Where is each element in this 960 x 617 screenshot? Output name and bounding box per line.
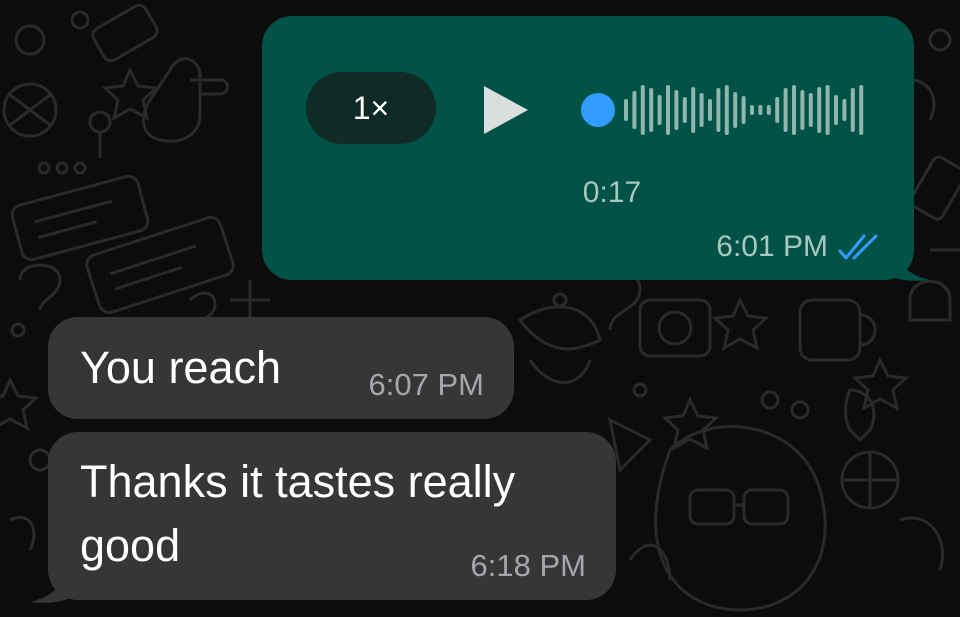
waveform-bars	[624, 85, 864, 135]
waveform-bar	[708, 99, 712, 121]
message-time: 6:07 PM	[368, 367, 484, 402]
message-meta: 6:01 PM	[716, 230, 884, 264]
waveform-bar	[808, 93, 813, 127]
waveform-bar	[775, 97, 780, 123]
waveform-bar	[699, 93, 704, 127]
waveform-bar	[666, 85, 670, 135]
message-time: 6:01 PM	[716, 230, 828, 263]
waveform-bar	[859, 85, 864, 135]
waveform-bar	[682, 97, 687, 123]
waveform-bar	[842, 99, 847, 121]
waveform-bar	[733, 92, 738, 128]
playback-scrubber[interactable]	[581, 93, 615, 127]
playback-speed-label: 1×	[352, 89, 390, 126]
double-check-icon	[838, 234, 878, 260]
waveform-bar	[817, 87, 822, 133]
incoming-message: Thanks it tastes really good 6:18 PM	[48, 432, 616, 600]
waveform-bar	[750, 105, 754, 115]
message-time: 6:18 PM	[470, 548, 586, 583]
waveform-bar	[649, 88, 654, 132]
waveform-bar	[766, 105, 771, 115]
waveform-bar	[724, 85, 729, 135]
incoming-message: You reach 6:07 PM	[48, 317, 514, 419]
waveform-bar	[792, 85, 796, 135]
waveform-bar	[657, 95, 662, 125]
voice-duration: 0:17	[582, 176, 642, 209]
waveform-bar	[834, 95, 838, 125]
waveform-bar	[850, 88, 855, 132]
waveform-bar	[825, 85, 830, 135]
play-icon[interactable]	[480, 84, 530, 136]
voice-message-bubble: 1× 0:17 6:01 PM	[262, 16, 914, 280]
waveform-bar	[624, 99, 628, 121]
waveform-bar	[640, 85, 645, 135]
waveform-bar	[741, 96, 746, 124]
bubble-tail	[890, 236, 930, 281]
waveform-bar	[758, 105, 763, 115]
waveform-bar	[674, 90, 679, 130]
message-text: You reach	[80, 342, 282, 393]
waveform-bar	[691, 87, 696, 133]
bubble-tail	[30, 558, 70, 603]
voice-waveform[interactable]	[580, 80, 870, 140]
waveform-bar	[716, 88, 721, 132]
waveform-bar	[783, 88, 788, 132]
waveform-bar	[632, 91, 637, 129]
playback-speed-button[interactable]: 1×	[306, 72, 436, 144]
waveform-bar	[800, 90, 805, 130]
chat-view: 1× 0:17 6:01 PM You reach 6:07 PM Thanks…	[0, 0, 960, 617]
